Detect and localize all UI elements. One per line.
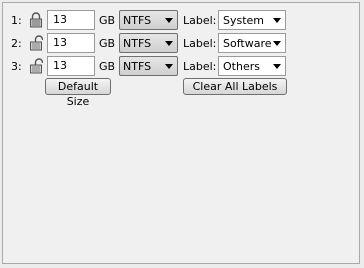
filesystem-value: NTFS — [123, 60, 152, 73]
chevron-down-icon — [273, 18, 281, 23]
partition-panel: 1: 13 GB NTFS Label: System 2: 13 GB NTF… — [2, 2, 360, 264]
partition-number: 2: — [11, 37, 22, 50]
chevron-down-icon — [165, 41, 173, 46]
label-caption: Label: — [183, 14, 217, 27]
label-select[interactable]: Others — [218, 56, 286, 76]
clear-all-labels-button[interactable]: Clear All Labels — [183, 78, 287, 95]
chevron-down-icon — [165, 18, 173, 23]
filesystem-value: NTFS — [123, 14, 152, 27]
size-unit: GB — [99, 14, 116, 27]
partition-number: 1: — [11, 14, 22, 27]
label-value: System — [223, 14, 265, 27]
filesystem-select[interactable]: NTFS — [119, 33, 178, 53]
chevron-down-icon — [273, 41, 281, 46]
label-value: Others — [223, 60, 260, 73]
lock-closed-icon[interactable] — [29, 12, 43, 28]
partition-row-1: 1: 13 GB NTFS Label: System — [3, 9, 359, 31]
label-caption: Label: — [183, 37, 217, 50]
chevron-down-icon — [273, 64, 281, 69]
label-caption: Label: — [183, 60, 217, 73]
label-select[interactable]: Software — [218, 33, 286, 53]
size-unit: GB — [99, 37, 116, 50]
lock-open-icon[interactable] — [29, 58, 44, 74]
filesystem-value: NTFS — [123, 37, 152, 50]
label-select[interactable]: System — [218, 10, 286, 30]
size-unit: GB — [99, 60, 116, 73]
partition-number: 3: — [11, 60, 22, 73]
size-input[interactable]: 13 — [47, 56, 95, 76]
default-size-button[interactable]: Default Size — [45, 78, 111, 108]
chevron-down-icon — [165, 64, 173, 69]
filesystem-select[interactable]: NTFS — [119, 56, 178, 76]
size-input[interactable]: 13 — [47, 33, 95, 53]
lock-open-icon[interactable] — [29, 35, 44, 51]
partition-row-2: 2: 13 GB NTFS Label: Software — [3, 32, 359, 54]
filesystem-select[interactable]: NTFS — [119, 10, 178, 30]
partition-row-3: 3: 13 GB NTFS Label: Others — [3, 55, 359, 77]
size-input[interactable]: 13 — [47, 10, 95, 30]
label-value: Software — [223, 37, 271, 50]
